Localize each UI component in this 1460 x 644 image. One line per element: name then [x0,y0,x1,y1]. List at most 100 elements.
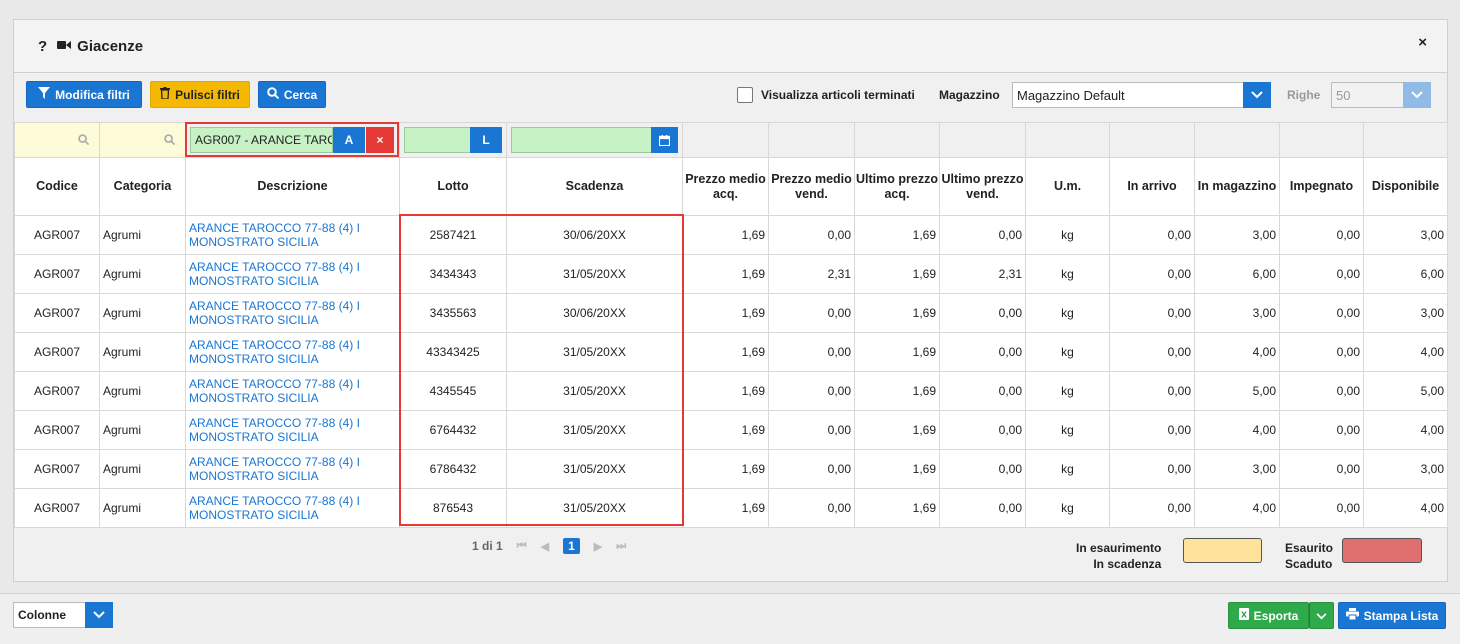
modifica-filtri-button[interactable]: Modifica filtri [26,81,142,108]
descrizione-link[interactable]: ARANCE TAROCCO 77-88 (4) I MONOSTRATO SI… [185,293,400,333]
help-icon[interactable]: ? [38,38,47,55]
descrizione-link[interactable]: ARANCE TAROCCO 77-88 (4) I MONOSTRATO SI… [185,215,400,255]
search-icon [164,134,176,148]
disponibile-cell: 3,00 [1363,215,1448,255]
table-row[interactable]: AGR007 Agrumi ARANCE TAROCCO 77-88 (4) I M… [14,488,1448,528]
column-header[interactable]: Ultimo prezzo vend. [939,157,1026,216]
column-header[interactable]: Scadenza [506,157,683,216]
visualizza-terminati-checkbox[interactable] [737,87,753,103]
righe-value: 50 [1336,87,1351,103]
close-icon[interactable]: × [1418,34,1427,51]
table-row[interactable]: AGR007 Agrumi ARANCE TAROCCO 77-88 (4) I M… [14,410,1448,450]
disponibile-cell: 4,00 [1363,332,1448,372]
descrizione-filter-a-button[interactable]: A [333,127,365,153]
pulisci-filtri-button[interactable]: Pulisci filtri [150,81,250,108]
um-cell: kg [1025,215,1110,255]
chevron-down-icon[interactable] [1243,82,1271,108]
column-header[interactable]: In magazzino [1194,157,1280,216]
filter-codice[interactable] [14,122,100,158]
column-header[interactable]: Codice [14,157,100,216]
column-header[interactable]: In arrivo [1109,157,1195,216]
descrizione-link[interactable]: ARANCE TAROCCO 77-88 (4) I MONOSTRATO SI… [185,371,400,411]
lotto-filter-input[interactable] [404,127,472,153]
descrizione-link[interactable]: ARANCE TAROCCO 77-88 (4) I MONOSTRATO SI… [185,332,400,372]
ultimo-prezzo-acq-cell: 1,69 [854,254,940,294]
prezzo-medio-acq-cell: 1,69 [682,449,769,489]
codice-cell: AGR007 [14,254,100,294]
column-header[interactable]: Prezzo medio acq. [682,157,769,216]
prezzo-medio-acq-cell: 1,69 [682,254,769,294]
filter-scadenza [506,122,683,158]
column-header[interactable]: Descrizione [185,157,400,216]
column-header[interactable]: Disponibile [1363,157,1448,216]
page-current[interactable]: 1 [563,538,580,554]
righe-select[interactable]: 50 [1331,82,1431,108]
stampa-lista-label: Stampa Lista [1363,608,1439,623]
descrizione-link[interactable]: ARANCE TAROCCO 77-88 (4) I MONOSTRATO SI… [185,488,400,528]
esporta-label: Esporta [1253,608,1299,623]
table-row[interactable]: AGR007 Agrumi ARANCE TAROCCO 77-88 (4) I M… [14,254,1448,294]
filter-empty [1279,122,1364,158]
in-magazzino-cell: 4,00 [1194,488,1280,528]
filter-icon [38,87,51,102]
header-row: Codice Categoria Descrizione Lotto Scadenza P… [14,157,1448,216]
categoria-cell: Agrumi [99,449,186,489]
clear-filter-button[interactable]: × [366,127,394,153]
in-magazzino-cell: 5,00 [1194,371,1280,411]
descrizione-filter-input[interactable]: AGR007 - ARANCE TAROCCO 77-88 (4) I MONO… [190,127,333,153]
video-camera-icon[interactable] [57,39,72,53]
stampa-lista-button[interactable]: Stampa Lista [1338,602,1446,629]
filter-categoria[interactable] [99,122,186,158]
filter-empty [1025,122,1110,158]
magazzino-select[interactable]: Magazzino Default [1012,82,1271,108]
window-header: ? Giacenze × [14,20,1447,73]
cerca-button[interactable]: Cerca [258,81,326,108]
table-row[interactable]: AGR007 Agrumi ARANCE TAROCCO 77-88 (4) I M… [14,215,1448,255]
page-title: Giacenze [77,37,144,55]
colonne-select[interactable]: Colonne [13,602,113,628]
first-page-icon[interactable]: ⏮ [517,540,527,553]
chevron-down-icon[interactable] [1403,82,1431,108]
table-row[interactable]: AGR007 Agrumi ARANCE TAROCCO 77-88 (4) I M… [14,449,1448,489]
pulisci-filtri-label: Pulisci filtri [175,87,240,102]
descrizione-link[interactable]: ARANCE TAROCCO 77-88 (4) I MONOSTRATO SI… [185,254,400,294]
svg-text:X: X [1241,611,1248,620]
next-page-icon[interactable]: ▶ [594,540,602,553]
disponibile-cell: 4,00 [1363,488,1448,528]
scadenza-cell: 31/05/20XX [506,332,683,372]
column-header[interactable]: Impegnato [1279,157,1364,216]
column-header[interactable]: Categoria [99,157,186,216]
column-header[interactable]: Ultimo prezzo acq. [854,157,940,216]
column-header[interactable]: Prezzo medio vend. [768,157,855,216]
ultimo-prezzo-acq-cell: 1,69 [854,488,940,528]
lotto-filter-l-button[interactable]: L [470,127,502,153]
last-page-icon[interactable]: ⏭ [616,540,626,553]
in-arrivo-cell: 0,00 [1109,410,1195,450]
lotto-cell: 6786432 [399,449,507,489]
column-header[interactable]: Lotto [399,157,507,216]
ultimo-prezzo-vend-cell: 0,00 [939,215,1026,255]
descrizione-link[interactable]: ARANCE TAROCCO 77-88 (4) I MONOSTRATO SI… [185,449,400,489]
descrizione-link[interactable]: ARANCE TAROCCO 77-88 (4) I MONOSTRATO SI… [185,410,400,450]
chevron-down-icon[interactable] [85,602,113,628]
ultimo-prezzo-acq-cell: 1,69 [854,215,940,255]
um-cell: kg [1025,371,1110,411]
in-magazzino-cell: 4,00 [1194,332,1280,372]
table-row[interactable]: AGR007 Agrumi ARANCE TAROCCO 77-88 (4) I M… [14,371,1448,411]
scadenza-filter-input[interactable] [511,127,653,153]
categoria-cell: Agrumi [99,332,186,372]
table-row[interactable]: AGR007 Agrumi ARANCE TAROCCO 77-88 (4) I M… [14,332,1448,372]
search-icon [267,87,280,102]
scadenza-cell: 30/06/20XX [506,293,683,333]
table-row[interactable]: AGR007 Agrumi ARANCE TAROCCO 77-88 (4) I M… [14,293,1448,333]
categoria-cell: Agrumi [99,215,186,255]
prev-page-icon[interactable]: ◀ [541,540,549,553]
filter-empty [768,122,855,158]
lotto-cell: 3434343 [399,254,507,294]
esporta-dropdown-button[interactable] [1309,602,1334,629]
ultimo-prezzo-vend-cell: 0,00 [939,371,1026,411]
disponibile-cell: 6,00 [1363,254,1448,294]
esporta-button[interactable]: X Esporta [1228,602,1309,629]
calendar-icon[interactable] [651,127,678,153]
column-header[interactable]: U.m. [1025,157,1110,216]
